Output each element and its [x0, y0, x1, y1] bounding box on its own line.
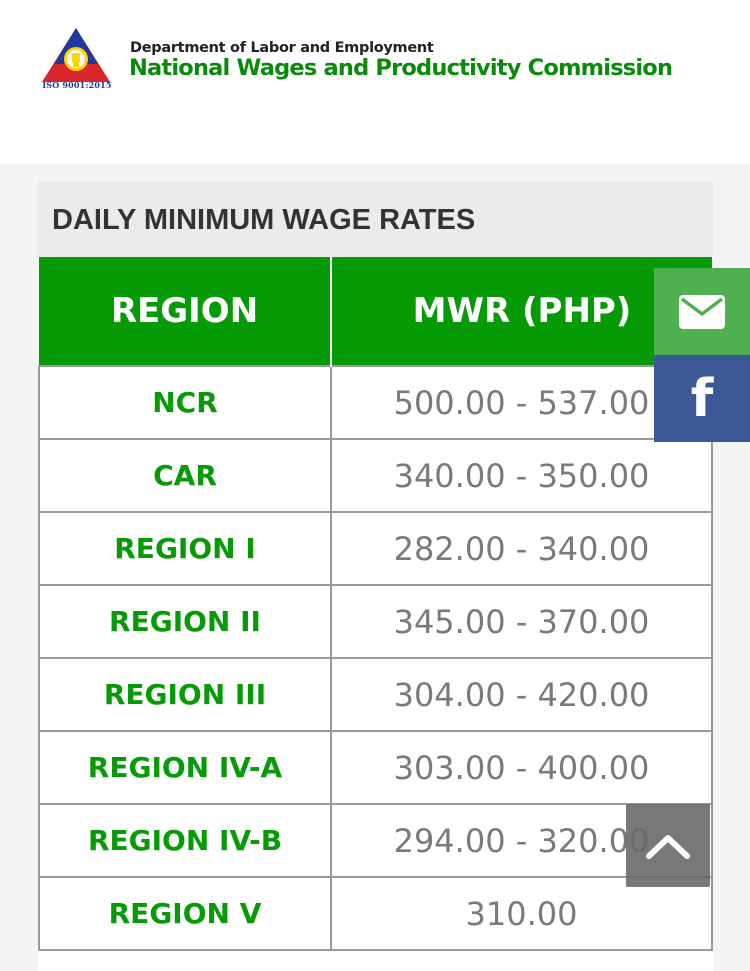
department-name: Department of Labor and Employment	[130, 40, 434, 56]
chevron-up-icon	[646, 834, 690, 859]
table-row: REGION II 345.00 - 370.00	[38, 584, 713, 659]
region-cell: REGION V	[38, 876, 332, 951]
region-cell: REGION IV-B	[38, 803, 332, 878]
table-row: REGION I 282.00 - 340.00	[38, 511, 713, 586]
region-cell: CAR	[38, 438, 332, 513]
facebook-icon: f	[690, 368, 714, 429]
share-facebook-button[interactable]: f	[654, 355, 750, 442]
table-row: REGION IV-A 303.00 - 400.00	[38, 730, 713, 805]
commission-name[interactable]: National Wages and Productivity Commissi…	[129, 55, 673, 81]
rate-cell: 340.00 - 350.00	[330, 438, 713, 513]
table-header-row: REGION MWR (PHP)	[39, 257, 712, 366]
card-title: DAILY MINIMUM WAGE RATES	[52, 204, 476, 236]
rate-cell: 345.00 - 370.00	[330, 584, 713, 659]
table-row: REGION III 304.00 - 420.00	[38, 657, 713, 732]
card-title-bar: DAILY MINIMUM WAGE RATES	[38, 181, 713, 257]
rate-cell: 303.00 - 400.00	[330, 730, 713, 805]
table-row: REGION V 310.00	[38, 876, 713, 951]
iso-certification-label: ISO 9001:2015	[42, 80, 112, 90]
wage-rates-card: DAILY MINIMUM WAGE RATES REGION MWR (PHP…	[38, 181, 713, 971]
envelope-icon	[679, 294, 725, 329]
table-row: REGION IV-B 294.00 - 320.00	[38, 803, 713, 878]
back-to-top-button[interactable]	[626, 804, 710, 887]
region-cell: REGION I	[38, 511, 332, 586]
site-header: ISO 9001:2015 Department of Labor and Em…	[0, 0, 750, 164]
region-cell: REGION III	[38, 657, 332, 732]
region-cell: NCR	[38, 365, 332, 440]
rate-cell: 282.00 - 340.00	[330, 511, 713, 586]
rate-cell: 304.00 - 420.00	[330, 657, 713, 732]
column-header-region: REGION	[39, 257, 332, 366]
region-cell: REGION IV-A	[38, 730, 332, 805]
share-email-button[interactable]	[654, 268, 750, 355]
region-cell: REGION II	[38, 584, 332, 659]
table-row: CAR 340.00 - 350.00	[38, 438, 713, 513]
table-row: NCR 500.00 - 537.00	[38, 365, 713, 440]
rate-cell: 310.00	[330, 876, 713, 951]
wage-rates-table: REGION MWR (PHP) NCR 500.00 - 537.00 CAR…	[38, 257, 713, 951]
